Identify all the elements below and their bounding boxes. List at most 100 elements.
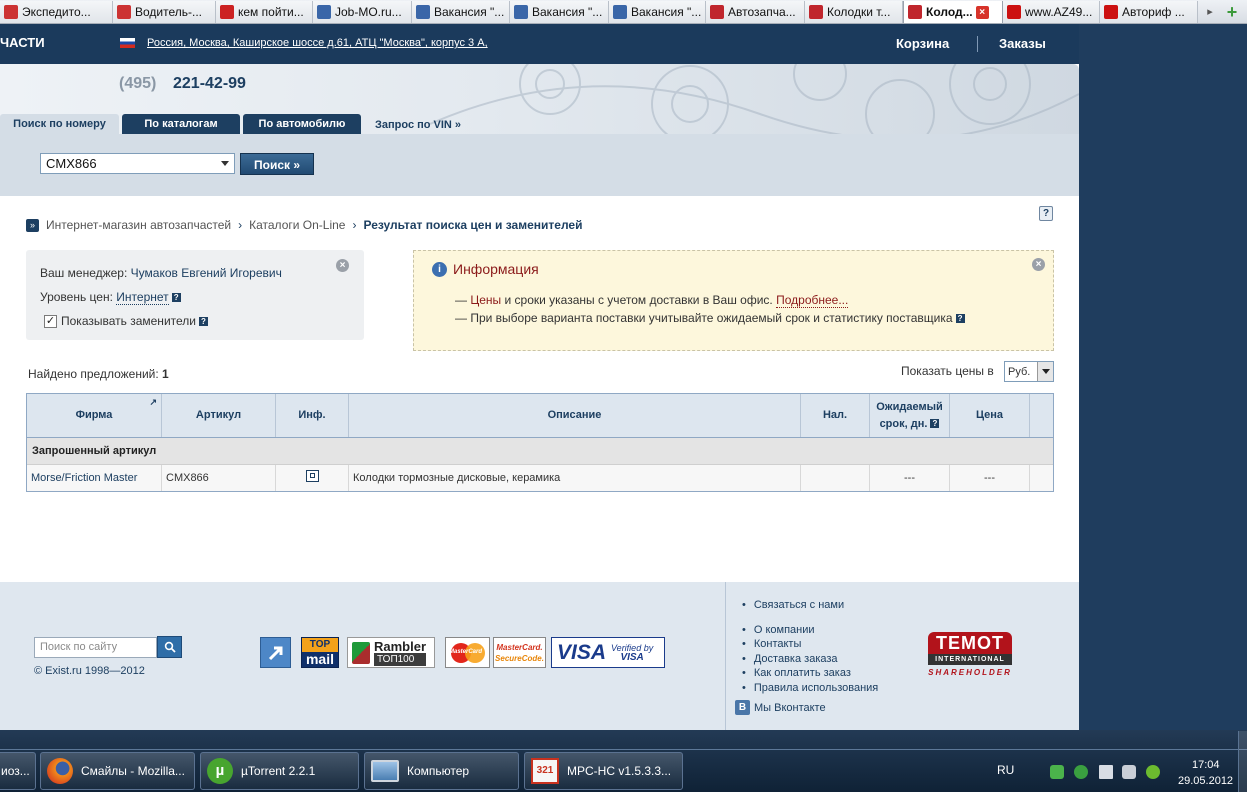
- footer-link-payment[interactable]: Как оплатить заказ: [742, 666, 878, 681]
- rambler-top100-badge[interactable]: Rambler ТОП100: [347, 637, 435, 668]
- footer-link-rules[interactable]: Правила использования: [742, 681, 878, 696]
- cell-info: [276, 465, 349, 491]
- footer-link-contacts[interactable]: Контакты: [742, 637, 878, 652]
- tab-label: Вакансия "...: [434, 5, 505, 19]
- browser-tab[interactable]: Водитель-...: [113, 1, 216, 23]
- currency-select[interactable]: Руб.: [1004, 361, 1054, 382]
- vkontakte-link[interactable]: B Мы Вконтакте: [735, 700, 826, 715]
- col-article-header[interactable]: Артикул: [162, 394, 276, 437]
- expected-help-icon[interactable]: ?: [930, 419, 940, 429]
- tab-close-icon[interactable]: ×: [975, 5, 989, 19]
- col-availability-header[interactable]: Нал.: [801, 394, 870, 437]
- photo-icon[interactable]: [305, 470, 319, 482]
- col-expected-header[interactable]: Ожидаемый срок, дн.?: [870, 394, 950, 437]
- browser-tab[interactable]: Вакансия "...: [510, 1, 609, 23]
- tab-vin-request[interactable]: Запрос по VIN »: [375, 119, 461, 131]
- clock-time[interactable]: 17:04: [1192, 759, 1220, 771]
- breadcrumb-item[interactable]: Интернет-магазин автозапчастей: [46, 218, 231, 232]
- show-substitutes-checkbox[interactable]: ✓: [44, 314, 57, 328]
- taskbar-button-utorrent[interactable]: µ µTorrent 2.2.1: [200, 752, 359, 790]
- security-tray-icon[interactable]: [1146, 765, 1160, 779]
- info-box-close-icon[interactable]: ×: [1032, 258, 1045, 271]
- display-tray-icon[interactable]: [1122, 765, 1136, 779]
- rambler-text: Rambler ТОП100: [374, 640, 427, 666]
- breadcrumb-item[interactable]: Каталоги On-Line: [249, 218, 345, 232]
- browser-tab[interactable]: Вакансия "...: [609, 1, 706, 23]
- clock-date[interactable]: 29.05.2012: [1178, 775, 1233, 787]
- taskbar-button-firefox[interactable]: Смайлы - Mozilla...: [40, 752, 195, 790]
- price-level-link[interactable]: Интернет: [116, 290, 169, 305]
- article-search-combobox[interactable]: CMX866: [40, 153, 235, 174]
- more-details-link[interactable]: Подробнее...: [776, 293, 849, 308]
- footer-arrow-badge[interactable]: [260, 637, 291, 668]
- orders-link[interactable]: Заказы: [999, 36, 1046, 51]
- tab-label: Колод...: [926, 5, 973, 19]
- manager-name-link[interactable]: Чумаков Евгений Игоревич: [131, 266, 282, 280]
- top-mail-badge[interactable]: TOP mail: [301, 637, 339, 668]
- tab-label: Job-MO.ru...: [335, 5, 402, 19]
- found-offers-label: Найдено предложений:: [28, 367, 159, 381]
- col-expected-line-2: срок, дн.?: [880, 416, 940, 433]
- browser-tab[interactable]: Экспедито...: [0, 1, 113, 23]
- search-button[interactable]: Поиск »: [240, 153, 314, 175]
- currency-value: Руб.: [1008, 365, 1031, 378]
- breadcrumb-separator: ›: [238, 218, 243, 232]
- col-extra-header: [1030, 394, 1053, 437]
- show-desktop-button[interactable]: [1238, 731, 1247, 792]
- tab-catalogs[interactable]: По каталогам: [122, 114, 240, 134]
- taskbar-button-mpchc[interactable]: 321 MPC-HC v1.5.3.3...: [524, 752, 683, 790]
- show-prices-label: Показать цены в: [901, 364, 994, 378]
- footer-links: Связаться с нами О компании Контакты Дос…: [742, 598, 878, 695]
- currency-dropdown-button[interactable]: [1037, 362, 1053, 381]
- show-substitutes-help-icon[interactable]: ?: [198, 316, 208, 326]
- sort-arrow-icon[interactable]: ↗: [149, 394, 157, 411]
- chat-tray-icon[interactable]: [1074, 765, 1088, 779]
- browser-tab[interactable]: Вакансия "...: [412, 1, 510, 23]
- tab-search-by-number[interactable]: Поиск по номеру: [0, 114, 119, 134]
- footer-link-about[interactable]: О компании: [742, 623, 878, 638]
- footer-link-delivery[interactable]: Доставка заказа: [742, 652, 878, 667]
- new-tab-button[interactable]: +: [1221, 2, 1243, 22]
- browser-tab[interactable]: Колод... ×: [903, 1, 1003, 23]
- site-search-button[interactable]: [157, 636, 182, 658]
- browser-tab[interactable]: Колодки т...: [805, 1, 903, 23]
- supplier-stats-help-icon[interactable]: ?: [955, 314, 965, 324]
- tab-by-car[interactable]: По автомобилю: [243, 114, 361, 134]
- taskbar-label: MPC-HC v1.5.3.3...: [567, 764, 672, 778]
- site-brand-fragment[interactable]: ЧАСТИ: [0, 35, 45, 50]
- col-description-header[interactable]: Описание: [349, 394, 801, 437]
- cart-link[interactable]: Корзина: [896, 36, 949, 51]
- vkontakte-label: Мы Вконтакте: [754, 701, 826, 714]
- show-substitutes-label[interactable]: Показывать заменители: [61, 314, 196, 328]
- cell-firm[interactable]: Morse/Friction Master: [27, 465, 162, 491]
- site-search-input[interactable]: Поиск по сайту: [34, 637, 157, 658]
- office-address[interactable]: Россия, Москва, Каширское шоссе д.61, АТ…: [147, 37, 488, 49]
- browser-tab[interactable]: Авториф ...: [1100, 1, 1198, 23]
- taskbar-button-partial[interactable]: иоз...: [0, 752, 36, 790]
- browser-tab[interactable]: кем пойти...: [216, 1, 313, 23]
- article-search-value: CMX866: [46, 156, 97, 171]
- manager-box-close-icon[interactable]: ×: [336, 259, 349, 272]
- prices-link[interactable]: Цены: [470, 293, 501, 307]
- col-firm-header[interactable]: Фирма ↗: [27, 394, 162, 437]
- help-icon[interactable]: ?: [1039, 206, 1053, 221]
- chevron-down-icon[interactable]: [221, 161, 229, 166]
- browser-tab[interactable]: Job-MO.ru...: [313, 1, 412, 23]
- table-row[interactable]: Morse/Friction Master CMX866 Колодки тор…: [27, 465, 1053, 491]
- volume-icon[interactable]: [1099, 765, 1113, 779]
- language-indicator[interactable]: RU: [997, 763, 1014, 777]
- contact-us-link[interactable]: Связаться с нами: [742, 598, 878, 613]
- price-level-help-icon[interactable]: ?: [171, 293, 181, 303]
- col-price-header[interactable]: Цена: [950, 394, 1030, 437]
- browser-tab[interactable]: Автозапча...: [706, 1, 805, 23]
- mastercard-sc-line2: SecureCode.: [495, 654, 544, 663]
- taskbar-button-computer[interactable]: Компьютер: [364, 752, 519, 790]
- network-icon[interactable]: [1050, 765, 1064, 779]
- browser-tab[interactable]: www.AZ49...: [1003, 1, 1100, 23]
- mpchc-icon: 321: [531, 758, 559, 784]
- top-mail-top: TOP: [302, 638, 338, 652]
- tabs-scroll-right-button[interactable]: ▸: [1201, 3, 1219, 21]
- utorrent-icon: µ: [207, 758, 233, 784]
- cell-price: ---: [950, 465, 1030, 491]
- footer-divider: [725, 582, 726, 730]
